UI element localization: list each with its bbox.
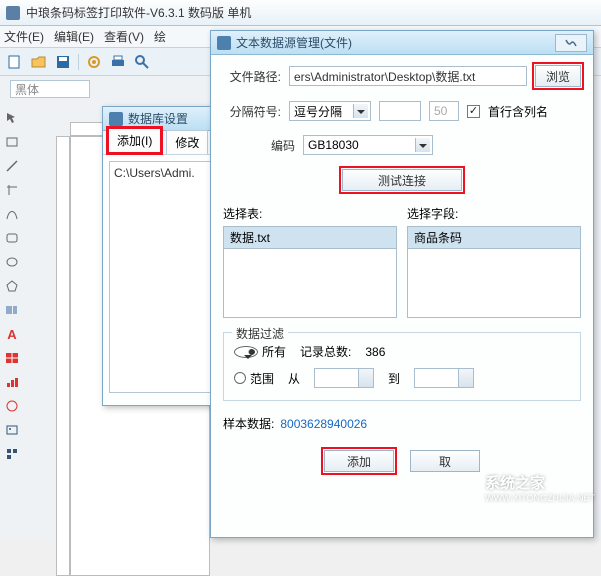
- ds-dialog-titlebar[interactable]: 文本数据源管理(文件): [211, 31, 593, 55]
- app-icon: [6, 6, 20, 20]
- delimiter-custom-input[interactable]: [379, 101, 421, 121]
- zoom-icon[interactable]: [133, 53, 151, 71]
- browse-button[interactable]: 浏览: [535, 65, 581, 87]
- range-to-input[interactable]: [414, 368, 474, 388]
- polygon-tool-icon[interactable]: [2, 276, 22, 296]
- header-checkbox-label: 首行含列名: [488, 103, 548, 120]
- delimiter-select[interactable]: 逗号分隔: [289, 101, 371, 121]
- text-datasource-dialog: 文本数据源管理(文件) 文件路径: 浏览 分隔符号: 逗号分隔 首行含列名 编码…: [210, 30, 594, 538]
- label-from: 从: [288, 370, 300, 387]
- db-tabbar: 添加(I) 修改: [103, 131, 221, 155]
- field-listbox[interactable]: 商品条码: [407, 226, 581, 318]
- db-dialog-icon: [109, 112, 123, 126]
- crop-tool-icon[interactable]: [2, 180, 22, 200]
- menu-edit[interactable]: 编辑(E): [54, 28, 94, 45]
- ellipse-tool-icon[interactable]: [2, 252, 22, 272]
- tab-add[interactable]: 添加(I): [107, 127, 162, 154]
- qr-tool-icon[interactable]: [2, 444, 22, 464]
- main-titlebar: 中琅条码标签打印软件-V6.3.1 数码版 单机: [0, 0, 601, 26]
- new-icon[interactable]: [6, 53, 24, 71]
- radio-range-label: 范围: [250, 370, 274, 387]
- ruler-vertical: [56, 136, 70, 576]
- text-tool-icon[interactable]: A: [2, 324, 22, 344]
- rect-tool-icon[interactable]: [2, 132, 22, 152]
- label-encoding: 编码: [223, 137, 295, 154]
- table-listbox[interactable]: 数据.txt: [223, 226, 397, 318]
- tab-modify[interactable]: 修改: [166, 130, 208, 154]
- db-dialog-title: 数据库设置: [128, 110, 188, 127]
- label-to: 到: [388, 370, 400, 387]
- delimiter-width-input: [429, 101, 459, 121]
- label-delimiter: 分隔符号:: [223, 103, 281, 120]
- record-count-value: 386: [365, 345, 385, 359]
- test-connection-button[interactable]: 测试连接: [342, 169, 462, 191]
- ds-dialog-icon: [217, 36, 231, 50]
- settings-icon[interactable]: [85, 53, 103, 71]
- label-sample-data: 样本数据:: [223, 415, 274, 432]
- add-button[interactable]: 添加: [324, 450, 394, 472]
- label-record-count: 记录总数:: [300, 343, 351, 360]
- pointer-tool-icon[interactable]: [2, 108, 22, 128]
- header-checkbox[interactable]: [467, 105, 480, 118]
- radio-all-label: 所有: [262, 343, 286, 360]
- menu-file[interactable]: 文件(E): [4, 28, 44, 45]
- db-settings-dialog: 数据库设置 添加(I) 修改 C:\Users\Admi.: [102, 106, 222, 406]
- roundrect-tool-icon[interactable]: [2, 228, 22, 248]
- file-path-input[interactable]: [289, 66, 527, 86]
- toolbar-divider: [78, 54, 79, 70]
- chart-tool-icon[interactable]: [2, 372, 22, 392]
- field-list-item[interactable]: 商品条码: [408, 227, 580, 249]
- data-filter-group: 数据过滤 所有 记录总数: 386 范围 从 到: [223, 332, 581, 401]
- barcode-tool-icon[interactable]: [2, 300, 22, 320]
- close-icon[interactable]: [555, 34, 587, 52]
- open-icon[interactable]: [30, 53, 48, 71]
- line-tool-icon[interactable]: [2, 156, 22, 176]
- sample-data-value: 8003628940026: [280, 417, 367, 431]
- print-icon[interactable]: [109, 53, 127, 71]
- table-list-item[interactable]: 数据.txt: [224, 227, 396, 249]
- encoding-select[interactable]: GB18030: [303, 135, 433, 155]
- bezier-tool-icon[interactable]: [2, 204, 22, 224]
- cancel-button[interactable]: 取: [410, 450, 480, 472]
- font-selector[interactable]: [10, 80, 90, 98]
- table-tool-icon[interactable]: [2, 348, 22, 368]
- save-icon[interactable]: [54, 53, 72, 71]
- label-file-path: 文件路径:: [223, 68, 281, 85]
- label-select-table: 选择表:: [223, 205, 397, 222]
- list-item[interactable]: C:\Users\Admi.: [114, 166, 210, 180]
- app-title: 中琅条码标签打印软件-V6.3.1 数码版 单机: [26, 4, 251, 21]
- radio-all[interactable]: [234, 346, 258, 358]
- range-from-input[interactable]: [314, 368, 374, 388]
- group-label-filter: 数据过滤: [232, 325, 288, 342]
- image-tool-icon[interactable]: [2, 420, 22, 440]
- menu-view[interactable]: 查看(V): [104, 28, 144, 45]
- db-connection-list[interactable]: C:\Users\Admi.: [109, 161, 215, 393]
- label-select-field: 选择字段:: [407, 205, 581, 222]
- radio-range[interactable]: [234, 372, 246, 384]
- menu-draw[interactable]: 绘: [154, 28, 166, 45]
- ds-dialog-title: 文本数据源管理(文件): [236, 34, 352, 51]
- side-toolbar: A: [0, 108, 24, 464]
- shape-tool-icon[interactable]: [2, 396, 22, 416]
